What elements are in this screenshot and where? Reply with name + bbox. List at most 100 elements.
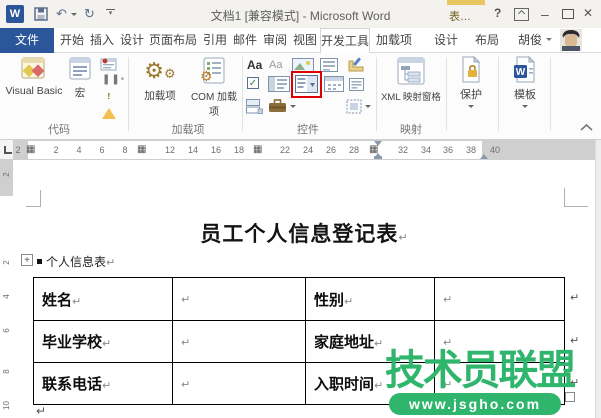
ruler-number: 16 [210,145,221,155]
document-title-row[interactable]: 员工个人信息登记表↵ [13,218,595,248]
tab-addins[interactable]: 加载项 [374,28,414,52]
ruler-number: 2 [15,145,21,155]
macros-button[interactable]: 宏 [64,56,96,100]
document-title[interactable]: 员工个人信息登记表 [200,223,398,246]
help-button[interactable]: ? [494,6,501,20]
table-cell[interactable]: 姓名↵ [33,277,173,321]
user-dropdown-icon[interactable] [546,38,552,44]
tab-file[interactable]: 文件 [0,28,54,53]
table-column-marker-icon[interactable]: ▦ [137,143,146,157]
checkbox-control-icon[interactable]: ✓ [247,77,259,89]
ruler-number: 36 [442,145,453,155]
margin-crop-mark [40,190,41,207]
contextual-tab-strip [447,0,485,5]
end-of-row-mark: ↵ [570,292,580,304]
ruler-number: 28 [348,145,359,155]
group-separator [446,57,447,131]
ruler-number: 10 [2,401,11,410]
macro-security-icon[interactable] [102,84,116,119]
legacy-tools-icon[interactable] [268,99,287,113]
table-move-handle[interactable]: + [21,254,33,266]
ribbon-display-options-icon[interactable] [514,8,529,21]
repeating-section-control-icon[interactable] [246,99,263,114]
plain-text-control-icon[interactable]: Aa [269,59,282,71]
addins-label: 加载项 [144,90,176,102]
ruler-number: 22 [279,145,290,155]
group-label-controls: 控件 [297,124,319,136]
record-macro-icon[interactable] [100,58,117,71]
gear-small-icon: ⚙ [164,66,176,81]
user-name[interactable]: 胡俊 [513,28,547,52]
group-separator [242,57,243,131]
group-control-icon[interactable] [346,99,362,114]
ruler-number: 12 [164,145,175,155]
group-separator [498,57,499,131]
legacy-tools-dropdown-icon[interactable] [290,105,296,111]
group-label-addins: 加载项 [171,124,205,136]
design-mode-icon[interactable] [348,56,366,72]
left-indent-marker[interactable] [374,156,382,159]
tab-view[interactable]: 视图 [291,28,319,52]
tab-table-design[interactable]: 设计 [431,28,461,52]
tab-developer-active[interactable]: 开发工具 [320,28,370,53]
table-cell[interactable]: ↵ [172,362,306,405]
watermark-brand: 技术员联盟 [385,347,576,393]
table-cell[interactable]: 联系电话↵ [33,362,173,405]
table-column-marker-icon[interactable]: ▦ [26,143,35,157]
group-label-mapping: 映射 [400,124,422,136]
close-button[interactable]: ✕ [583,6,593,20]
minimize-button[interactable]: – [541,6,549,22]
protect-button[interactable]: 保护 [452,55,490,114]
com-addins-label: COM 加载项 [190,92,238,118]
table-cell[interactable]: 性别↵ [305,277,435,321]
group-dropdown-icon[interactable] [365,105,371,111]
svg-text:W: W [516,67,526,78]
properties-icon[interactable] [349,78,364,91]
vertical-ruler-text-area [0,196,13,418]
tab-page-layout[interactable]: 页面布局 [147,28,199,52]
tab-mailings[interactable]: 邮件 [231,28,259,52]
com-addins-button[interactable]: ⚙ COM 加载项 [186,56,242,118]
xml-mapping-pane-button[interactable]: XML 映射窗格 [379,56,443,103]
user-avatar[interactable] [560,29,582,51]
ruler-number: 32 [397,145,408,155]
table-cell[interactable]: ↵ [172,320,306,363]
combo-box-control-icon[interactable] [268,76,290,92]
date-picker-control-icon[interactable] [324,76,344,92]
tab-references[interactable]: 引用 [201,28,229,52]
vertical-scrollbar[interactable] [595,140,601,418]
building-block-control-icon[interactable] [320,58,338,72]
contextual-tab-hint[interactable]: 表… [449,8,471,24]
table-column-marker-icon[interactable]: ▦ [253,143,262,157]
tab-review[interactable]: 审阅 [261,28,289,52]
xml-mapping-label: XML 映射窗格 [381,92,441,103]
xml-mapping-icon [397,57,425,85]
table-cell[interactable]: 毕业学校↵ [33,320,173,363]
table-cell[interactable]: ↵ [172,277,306,321]
paragraph-mark: ↵ [398,232,408,244]
right-indent-marker[interactable] [480,150,488,159]
dropdown-list-control-icon[interactable] [295,75,318,93]
tab-insert[interactable]: 插入 [88,28,116,52]
rich-text-control-icon[interactable]: Aa [247,58,262,72]
collapse-ribbon-icon[interactable] [580,123,593,131]
tab-table-layout[interactable]: 布局 [472,28,502,52]
picture-control-icon[interactable] [292,58,314,72]
tab-stop-icon [4,146,12,154]
group-label-code: 代码 [48,124,70,136]
paragraph-mark: ↵ [36,404,47,418]
maximize-button[interactable] [562,9,574,19]
table-resize-handle[interactable] [565,392,575,402]
tab-home[interactable]: 开始 [58,28,86,52]
visual-basic-button[interactable]: Visual Basic [4,56,64,97]
addins-button[interactable]: ⚙⚙ 加载项 [136,56,184,103]
table-caption[interactable]: 个人信息表↵ [46,253,115,270]
table-cell[interactable]: ↵ [434,277,565,321]
margin-crop-mark [26,206,40,207]
tab-design[interactable]: 设计 [118,28,146,52]
ruler-number: 2 [53,145,59,155]
ruler-number: 2 [2,260,11,265]
visual-basic-icon [21,57,45,79]
templates-button[interactable]: W 模板 [506,55,544,114]
ruler-number: 4 [76,145,82,155]
